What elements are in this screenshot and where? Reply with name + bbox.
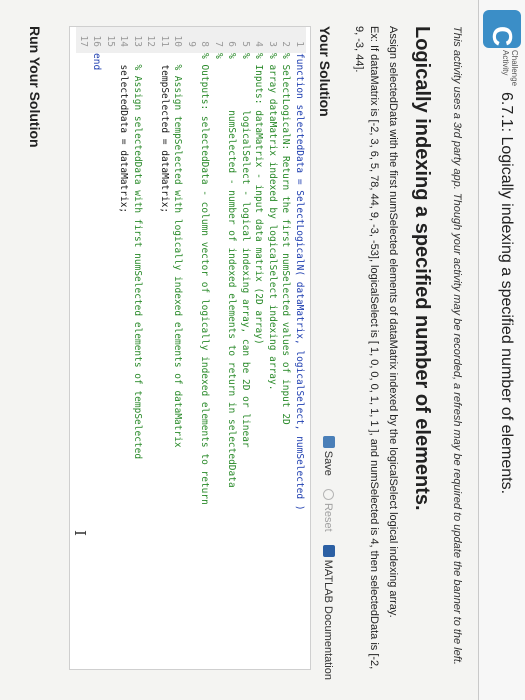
task-description: Assign selectedData with the first numSe…: [387, 26, 399, 618]
activity-page: C Challenge Activity 6.7.1: Logically in…: [0, 0, 525, 700]
line-number: 4: [252, 27, 266, 53]
code-line[interactable]: 2% SelectLogicalN: Return the first numS…: [279, 27, 293, 669]
code-text: % Outputs: selectedData - column vector …: [199, 53, 211, 505]
code-text: % logicalSelect - logical indexing array…: [240, 53, 251, 448]
code-text: end: [91, 53, 103, 71]
reset-icon: [323, 488, 334, 500]
code-line[interactable]: 8% Outputs: selectedData - column vector…: [198, 27, 212, 669]
matlab-icon: [323, 544, 335, 557]
code-line[interactable]: 10 % Assign tempSelected with logically …: [171, 27, 185, 669]
line-number: 15: [103, 27, 117, 53]
line-number: 10: [171, 27, 185, 53]
run-solution-title: Run Your Solution: [27, 26, 44, 148]
code-text: % Assign tempSelected with logically ind…: [172, 53, 184, 448]
reset-button[interactable]: Reset: [322, 488, 334, 532]
code-text: % Assign selectedData with first numSele…: [132, 53, 143, 460]
main-content: This activity uses a 3rd party app. Thou…: [27, 20, 463, 680]
code-line[interactable]: 4% Inputs: dataMatrix - input data matri…: [252, 27, 266, 669]
code-editor[interactable]: 1 function selectedData = SelectLogicalN(…: [69, 26, 311, 670]
line-number: 9: [184, 27, 198, 53]
code-line[interactable]: 1 function selectedData = SelectLogicalN(…: [292, 27, 306, 669]
code-text: % array dataMatrix indexed by logicalSel…: [267, 53, 278, 391]
code-line[interactable]: 6% numSelected - number of indexed eleme…: [225, 27, 239, 669]
matlab-documentation-link[interactable]: MATLAB Documentation: [322, 544, 335, 680]
save-label: Save: [322, 450, 334, 476]
page-heading: Logically indexing a specified number of…: [411, 26, 433, 511]
activity-banner: C Challenge Activity 6.7.1: Logically in…: [478, 0, 525, 700]
line-number: 5: [238, 27, 252, 53]
solution-title: Your Solution: [317, 26, 333, 117]
code-text: function selectedData = SelectLogicalN( …: [294, 53, 305, 511]
code-text: selectedData = dataMatrix;: [118, 53, 130, 214]
line-number: 1: [292, 27, 306, 53]
code-line[interactable]: 9: [184, 27, 198, 669]
line-number: 12: [144, 27, 158, 53]
code-line[interactable]: 7%: [211, 27, 225, 669]
code-text: tempSelected = dataMatrix;: [159, 53, 170, 214]
code-line[interactable]: 12: [144, 27, 158, 669]
line-number: 14: [117, 27, 131, 53]
task-example: Ex: If dataMatrix is [-2, 3, 6, 5, 78, 4…: [353, 26, 380, 670]
code-line[interactable]: 16 end: [90, 27, 104, 669]
line-number: 17: [76, 27, 90, 53]
code-line[interactable]: 13 % Assign selectedData with first numS…: [130, 27, 144, 669]
brand-label: Challenge Activity: [501, 50, 519, 86]
code-line[interactable]: 15: [103, 27, 117, 669]
text-cursor-icon: I: [71, 530, 89, 536]
code-text: % SelectLogicalN: Return the first numSe…: [280, 53, 292, 425]
line-number: 7: [211, 27, 225, 53]
code-text: % Inputs: dataMatrix - input data matrix…: [253, 53, 265, 345]
challenge-logo: C: [483, 10, 521, 48]
solution-toolbar: Save Reset MATLAB Documentation: [322, 426, 335, 680]
solution-header: Your Solution Save Reset MATLAB Document…: [315, 26, 337, 680]
brand-line-2: Activity: [501, 50, 510, 76]
line-number: 11: [157, 27, 171, 53]
line-number: 6: [225, 27, 239, 53]
code-text: %: [213, 53, 224, 59]
code-line[interactable]: 3% array dataMatrix indexed by logicalSe…: [265, 27, 279, 669]
code-line[interactable]: 17: [76, 27, 90, 669]
line-number: 16: [90, 27, 104, 53]
reset-label: Reset: [322, 502, 334, 532]
line-number: 3: [265, 27, 279, 53]
code-line[interactable]: 14 selectedData = dataMatrix;: [117, 27, 131, 669]
save-icon: [323, 435, 335, 448]
code-text: % numSelected - number of indexed elemen…: [226, 53, 238, 488]
save-button[interactable]: Save: [322, 435, 335, 476]
rotated-screen: C Challenge Activity 6.7.1: Logically in…: [0, 0, 525, 700]
line-number: 8: [198, 27, 212, 53]
code-line[interactable]: 11 tempSelected = dataMatrix;: [157, 27, 171, 669]
line-number: 13: [130, 27, 144, 53]
code-line[interactable]: 5% logicalSelect - logical indexing arra…: [238, 27, 252, 669]
third-party-notice: This activity uses a 3rd party app. Thou…: [451, 26, 463, 665]
logo-c-icon: C: [487, 26, 518, 47]
docs-label: MATLAB Documentation: [322, 559, 334, 680]
activity-title: 6.7.1: Logically indexing a specified nu…: [498, 92, 515, 495]
brand-line-1: Challenge: [510, 50, 519, 87]
line-number: 2: [279, 27, 293, 53]
